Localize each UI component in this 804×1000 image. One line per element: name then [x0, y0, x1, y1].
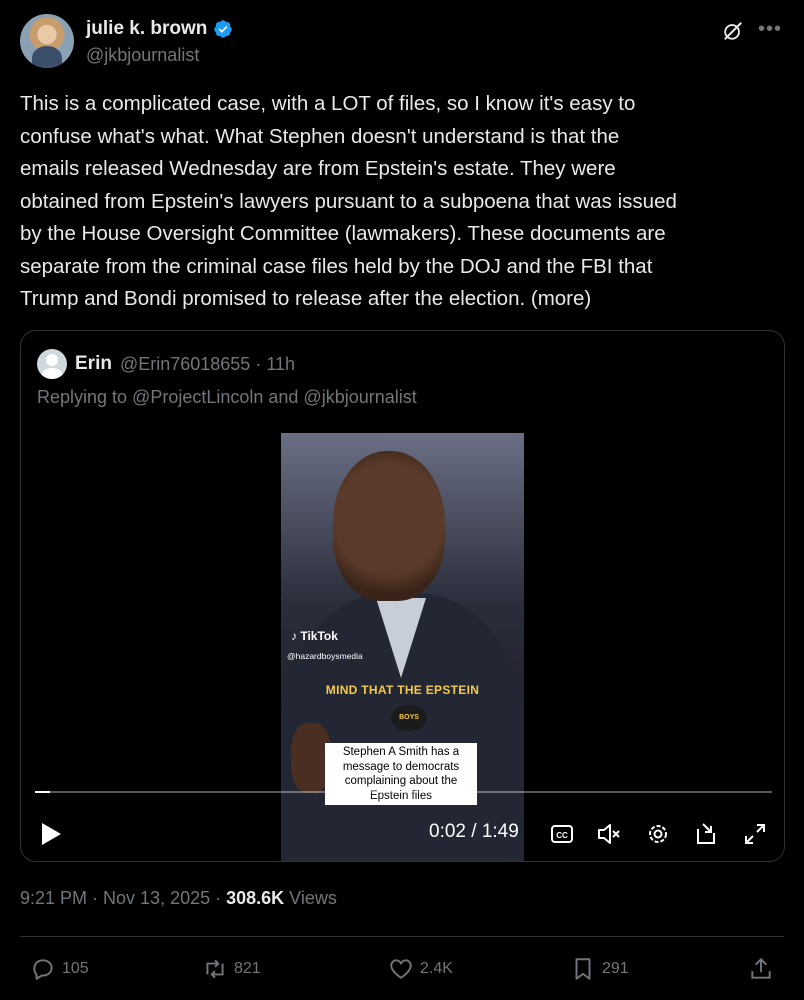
share-icon [751, 957, 771, 979]
pip-icon[interactable] [694, 821, 720, 847]
settings-icon[interactable] [645, 821, 671, 847]
tweet-header: julie k. brown @jkbjournalist ••• [20, 14, 784, 74]
tweet-text: This is a complicated case, with a LOT o… [20, 92, 677, 310]
repost-icon [206, 959, 224, 979]
replying-to: Replying to @ProjectLincoln and @jkbjour… [37, 387, 417, 407]
tiktok-label: ♪ TikTok [291, 629, 338, 643]
repost-button[interactable]: 821 [202, 956, 261, 982]
divider [20, 936, 784, 937]
quoted-author-handle-time: @Erin76018655 · 11h [119, 353, 296, 374]
bookmark-icon [575, 958, 591, 980]
author-name-row: julie k. brown [86, 18, 233, 40]
author-avatar[interactable] [20, 14, 74, 68]
like-button[interactable]: 2.4K [388, 956, 453, 982]
author-display-name[interactable]: julie k. brown [86, 18, 207, 40]
quoted-avatar[interactable] [37, 349, 67, 379]
tiktok-label-text: TikTok [300, 629, 338, 643]
bookmark-button[interactable]: 291 [570, 956, 629, 982]
bookmark-count: 291 [602, 960, 629, 977]
hazard-boys-logo: BOYS [391, 705, 427, 731]
grok-icon[interactable] [722, 20, 744, 42]
video-person-head [333, 451, 445, 601]
reply-count: 105 [62, 960, 89, 977]
video-subtitle: Stephen A Smith has a message to democra… [325, 743, 477, 805]
cc-icon[interactable]: CC [549, 821, 575, 847]
views-label: Views [284, 888, 337, 908]
svg-text:CC: CC [556, 831, 568, 840]
video-frame: ♪ TikTok @hazardboysmedia MIND THAT THE … [281, 433, 524, 861]
share-button[interactable] [748, 956, 774, 982]
verified-badge-icon [214, 20, 233, 38]
reply-icon [33, 959, 53, 980]
tiktok-username: @hazardboysmedia [287, 651, 363, 661]
video-player[interactable]: ♪ TikTok @hazardboysmedia MIND THAT THE … [21, 433, 784, 861]
action-bar: 105 821 2.4K 291 [20, 950, 784, 990]
mute-icon[interactable] [596, 821, 622, 847]
tweet-timestamp: 9:21 PM · Nov 13, 2025 · 308.6K Views [20, 888, 337, 909]
more-icon[interactable]: ••• [758, 18, 782, 41]
repost-count: 821 [234, 960, 261, 977]
quoted-tweet-header: Erin @Erin76018655 · 11h [37, 349, 295, 379]
reply-button[interactable]: 105 [30, 956, 89, 982]
video-overlay-caption: MIND THAT THE EPSTEIN [325, 683, 480, 697]
tweet-date[interactable]: 9:21 PM · Nov 13, 2025 · [20, 888, 226, 908]
fullscreen-icon[interactable] [742, 821, 768, 847]
like-icon [390, 959, 412, 979]
video-progress-fill [35, 791, 50, 793]
quoted-tweet[interactable]: Erin @Erin76018655 · 11h Replying to @Pr… [20, 330, 785, 862]
video-progress-bar[interactable] [35, 791, 772, 793]
play-icon[interactable] [39, 821, 63, 847]
author-handle[interactable]: @jkbjournalist [86, 45, 199, 66]
like-count: 2.4K [420, 960, 453, 977]
video-time: 0:02 / 1:49 [429, 821, 519, 842]
views-count: 308.6K [226, 888, 285, 908]
quoted-author-name[interactable]: Erin [75, 353, 112, 375]
